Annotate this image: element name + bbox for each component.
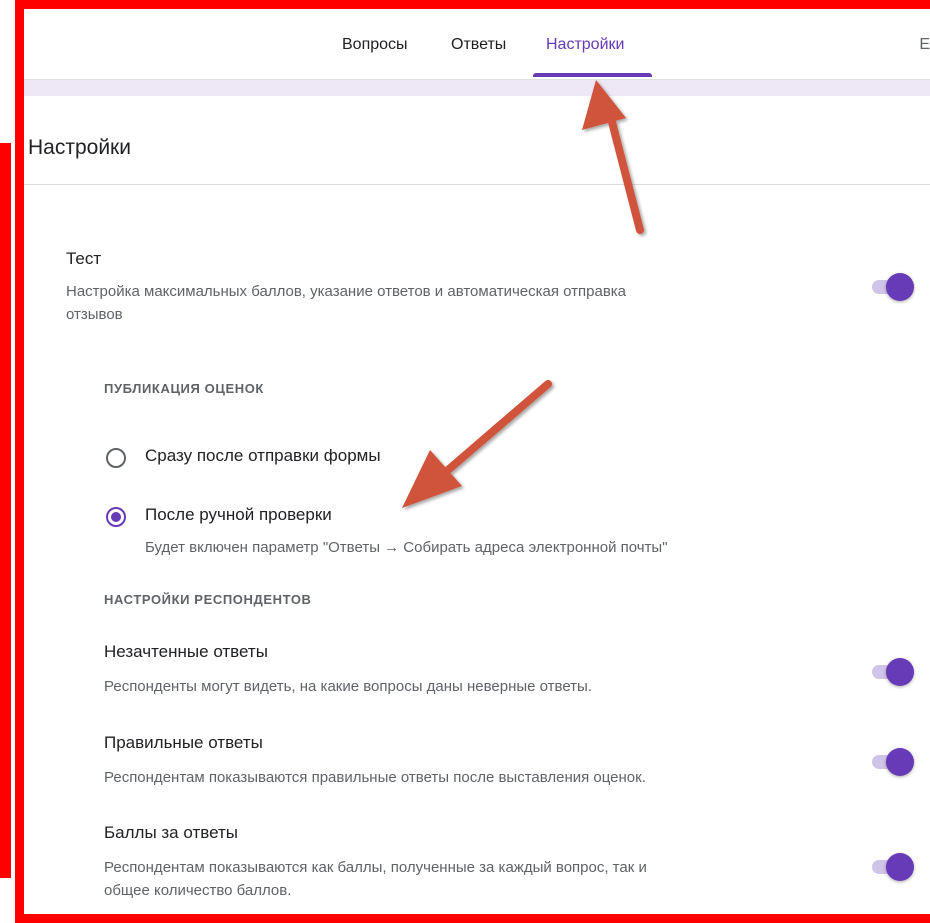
page-title: Настройки [28, 136, 131, 159]
toggle-thumb [886, 273, 914, 301]
annotation-frame: Вопросы Ответы Настройки Е Настройки Тес… [15, 0, 930, 923]
missed-answers-description: Респонденты могут видеть, на какие вопро… [104, 678, 592, 695]
tab-responses[interactable]: Ответы [451, 36, 506, 54]
settings-card: Настройки Тест Настройка максимальных ба… [24, 96, 930, 914]
point-values-title: Баллы за ответы [104, 823, 238, 842]
respondent-settings-section-label: НАСТРОЙКИ РЕСПОНДЕНТОВ [104, 592, 312, 607]
tab-questions[interactable]: Вопросы [342, 36, 408, 54]
correct-answers-title: Правильные ответы [104, 733, 263, 752]
point-values-description-line-1: Респондентам показываются как баллы, пол… [104, 859, 647, 876]
quiz-description-line-1: Настройка максимальных баллов, указание … [66, 283, 627, 300]
radio-immediately-after-submit[interactable] [106, 448, 126, 468]
radio-after-manual-review[interactable] [106, 507, 126, 527]
grade-release-section-label: ПУБЛИКАЦИЯ ОЦЕНОК [104, 381, 264, 396]
toggle-thumb [886, 748, 914, 776]
tab-settings[interactable]: Настройки [546, 36, 624, 54]
manual-review-hint: Будет включен параметр "Ответы → Собират… [145, 539, 668, 556]
title-divider [24, 184, 930, 185]
toggle-thumb [886, 658, 914, 686]
quiz-toggle[interactable] [868, 273, 914, 301]
background-band [24, 80, 930, 96]
point-values-toggle[interactable] [868, 853, 914, 881]
quiz-title: Тест [66, 249, 102, 268]
quiz-description-line-2: отзывов [66, 306, 123, 323]
missed-answers-title: Незачтенные ответы [104, 642, 268, 661]
forms-settings-screen: Вопросы Ответы Настройки Е Настройки Тес… [24, 9, 930, 914]
correct-answers-description: Респондентам показываются правильные отв… [104, 769, 646, 786]
toggle-thumb [886, 853, 914, 881]
active-tab-indicator [533, 73, 652, 77]
radio-manual-review-label: После ручной проверки [145, 505, 332, 524]
top-tab-bar: Вопросы Ответы Настройки Е [24, 9, 930, 80]
correct-answers-toggle[interactable] [868, 748, 914, 776]
point-values-description-line-2: общее количество баллов. [104, 882, 292, 899]
cropped-edge-text: Е [919, 36, 930, 53]
missed-answers-toggle[interactable] [868, 658, 914, 686]
annotation-frame-left-bar [0, 143, 11, 878]
radio-immediately-label: Сразу после отправки формы [145, 446, 381, 465]
